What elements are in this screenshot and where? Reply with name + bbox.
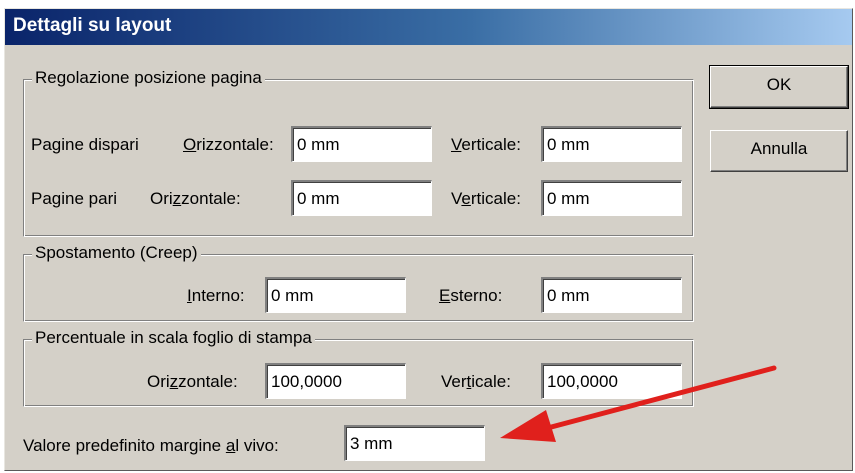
ok-button-label: OK: [766, 75, 792, 94]
odd-vertical-input[interactable]: 0 mm: [541, 126, 682, 162]
outer-input[interactable]: 0 mm: [541, 277, 682, 313]
scale-group-label: Percentuale in scala foglio di stampa: [32, 328, 315, 348]
scale-horizontal-label: Orizzontale:: [147, 372, 238, 391]
title-bar: Dettagli su layout: [5, 9, 852, 45]
even-pages-label: Pagine pari: [31, 189, 118, 208]
red-arrow-icon: [500, 365, 777, 442]
inner-input[interactable]: 0 mm: [265, 277, 406, 313]
cancel-button[interactable]: Annulla: [710, 130, 848, 172]
odd-horizontal-label: Orizzontale:: [183, 135, 274, 154]
inner-label: Interno:: [187, 286, 245, 305]
cancel-button-label: Annulla: [750, 139, 808, 158]
even-vertical-input[interactable]: 0 mm: [541, 180, 682, 216]
dialog-title: Dettagli su layout: [13, 15, 172, 36]
even-horizontal-input[interactable]: 0 mm: [291, 180, 432, 216]
odd-pages-label: Pagine dispari: [31, 135, 139, 154]
even-vertical-label: Verticale:: [451, 189, 521, 208]
odd-vertical-label: Verticale:: [451, 135, 521, 154]
page-position-group-label: Regolazione posizione pagina: [32, 68, 265, 88]
creep-group-label: Spostamento (Creep): [32, 243, 201, 263]
scale-horizontal-input[interactable]: 100,0000: [265, 363, 406, 399]
odd-horizontal-input[interactable]: 0 mm: [291, 126, 432, 162]
bleed-label: Valore predefinito margine al vivo:: [23, 436, 279, 455]
even-horizontal-label: Orizzontale:: [150, 189, 241, 208]
bleed-input[interactable]: 3 mm: [344, 425, 485, 461]
outer-label: Esterno:: [439, 286, 503, 305]
ok-button[interactable]: OK: [709, 65, 849, 109]
